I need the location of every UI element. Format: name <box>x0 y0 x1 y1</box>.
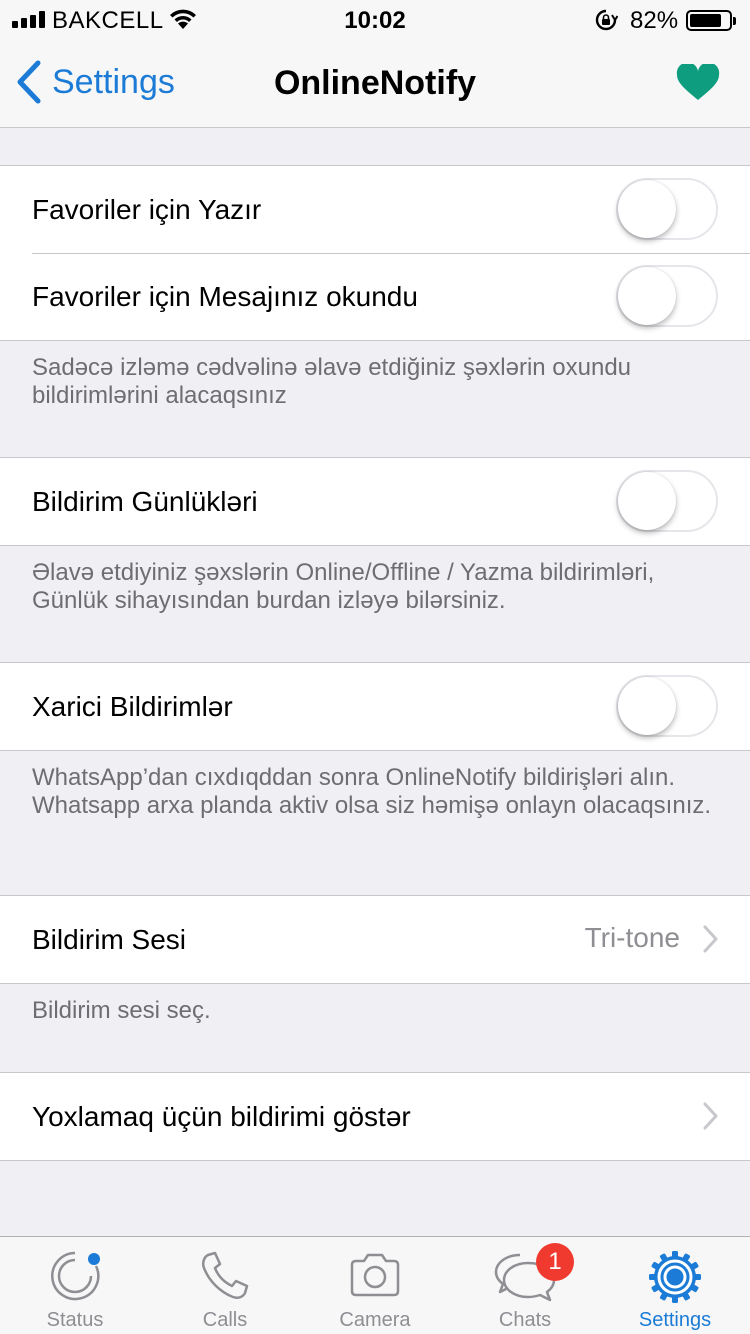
row-label: Xarici Bildirimlər <box>32 690 233 722</box>
favorites-typing-row: Favoriler için Yazır <box>0 166 750 253</box>
notification-logs-toggle[interactable] <box>616 470 718 532</box>
battery-icon <box>686 10 736 31</box>
status-bar: BAKCELL 10:02 82% <box>0 0 750 40</box>
row-label: Bildirim Sesi <box>32 923 187 955</box>
notification-sound-row[interactable]: Bildirim Sesi Tri-tone <box>0 896 750 983</box>
tab-label: Chats <box>498 1309 552 1331</box>
tab-bar: Status Calls Camera 1 Chats Settings <box>0 1236 750 1334</box>
favorites-read-row: Favoriler için Mesajınız okundu <box>0 253 750 340</box>
external-notifications-row: Xarici Bildirimlər <box>0 663 750 750</box>
row-label: Favoriler için Mesajınız okundu <box>32 280 418 312</box>
favorites-group: Favoriler için Yazır Favoriler için Mesa… <box>0 165 750 341</box>
chevron-right-icon <box>703 1102 718 1130</box>
battery-percent: 82% <box>630 7 679 34</box>
notification-sound-value: Tri-tone <box>584 922 680 953</box>
tab-chats[interactable]: 1 Chats <box>450 1237 600 1334</box>
tab-label: Calls <box>202 1309 248 1331</box>
favorites-read-toggle[interactable] <box>616 265 718 327</box>
logs-footer: Əlavə etdiyiniz şəxslərin Online/Offline… <box>32 559 655 614</box>
phone-icon <box>201 1251 249 1300</box>
camera-icon <box>350 1253 400 1297</box>
sound-footer: Bildirim sesi seç. <box>32 997 211 1024</box>
test-group: Yoxlamaq üçün bildirimi göstər <box>0 1072 750 1161</box>
chats-unread-badge: 1 <box>536 1243 574 1281</box>
notification-logs-row: Bildirim Günlükləri <box>0 458 750 545</box>
row-label: Favoriler için Yazır <box>32 193 262 225</box>
gear-icon <box>649 1251 701 1303</box>
favorites-footer: Sadəcə izləmə cədvəlinə əlavə etdiğiniz … <box>32 354 632 409</box>
page-title: OnlineNotify <box>273 64 477 102</box>
heart-icon[interactable] <box>676 64 720 102</box>
tab-label: Camera <box>339 1309 411 1331</box>
external-notifications-toggle[interactable] <box>616 675 718 737</box>
tab-status[interactable]: Status <box>0 1237 150 1334</box>
tab-camera[interactable]: Camera <box>300 1237 450 1334</box>
logs-group: Bildirim Günlükləri <box>0 457 750 546</box>
rotation-lock-icon <box>595 9 618 31</box>
tab-settings[interactable]: Settings <box>600 1237 750 1334</box>
tab-label: Settings <box>638 1309 712 1331</box>
settings-list: Favoriler için Yazır Favoriler için Mesa… <box>0 128 750 1161</box>
external-footer: WhatsApp’dan cıxdıqddan sonra OnlineNoti… <box>32 764 712 819</box>
external-group: Xarici Bildirimlər <box>0 662 750 751</box>
navigation-bar: Settings OnlineNotify <box>0 40 750 128</box>
favorites-typing-toggle[interactable] <box>616 178 718 240</box>
tab-calls[interactable]: Calls <box>150 1237 300 1334</box>
show-test-notification-row[interactable]: Yoxlamaq üçün bildirimi göstər <box>0 1073 750 1160</box>
status-icon <box>51 1251 100 1301</box>
sound-group: Bildirim Sesi Tri-tone <box>0 895 750 984</box>
row-label: Yoxlamaq üçün bildirimi göstər <box>32 1100 411 1132</box>
tab-label: Status <box>46 1309 104 1331</box>
row-label: Bildirim Günlükləri <box>32 485 258 517</box>
chevron-right-icon <box>703 925 718 953</box>
